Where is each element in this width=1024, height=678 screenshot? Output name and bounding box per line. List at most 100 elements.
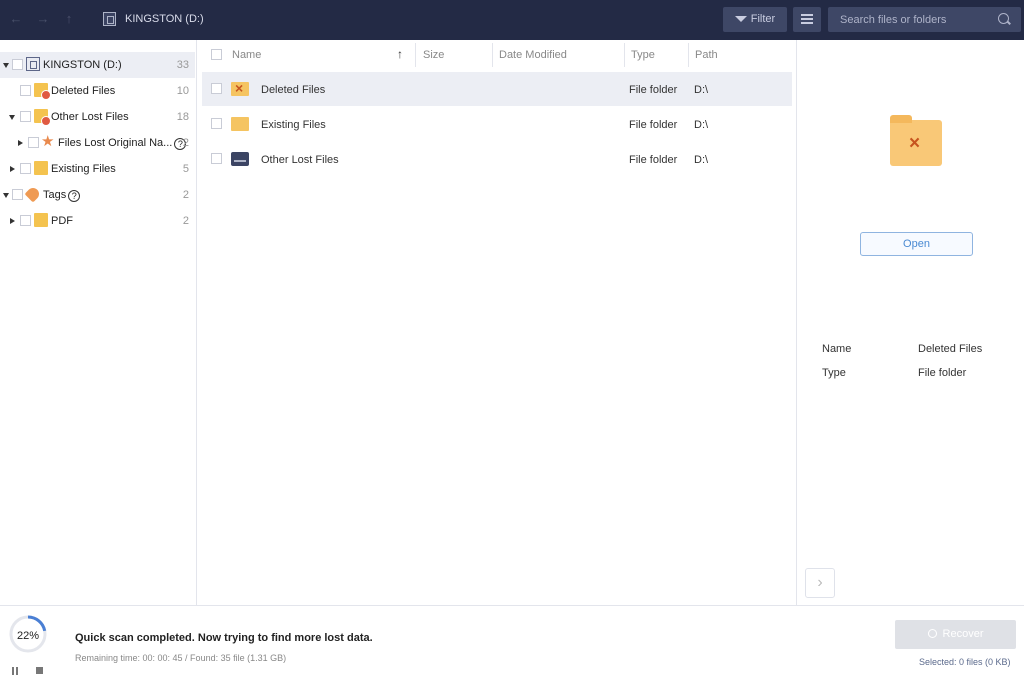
tree-item-pdf[interactable]: PDF 2 [0, 208, 195, 234]
hard-drive-icon [231, 152, 249, 166]
tree-item-label: Files Lost Original Na...? [58, 137, 187, 150]
type-label: Type [822, 367, 846, 379]
row-checkbox[interactable] [211, 118, 222, 129]
column-path[interactable]: Path [695, 49, 718, 61]
column-divider[interactable] [415, 43, 416, 67]
tree-checkbox[interactable] [12, 59, 23, 70]
tree-checkbox[interactable] [28, 137, 39, 148]
row-type: File folder [629, 119, 678, 131]
expand-arrow-icon[interactable] [10, 218, 15, 224]
tree-item-count: 18 [176, 111, 189, 123]
expand-arrow-icon[interactable] [3, 193, 9, 198]
chevron-right-icon[interactable]: › [805, 568, 835, 598]
drive-icon [26, 57, 40, 71]
table-row[interactable]: Other Lost Files File folder D:\ [202, 142, 792, 176]
row-path: D:\ [694, 84, 709, 96]
tree-item-count: 2 [182, 189, 189, 201]
sort-ascending-icon[interactable]: ↑ [397, 47, 403, 61]
folder-icon [34, 213, 48, 227]
selected-info: Selected: 0 files (0 KB) [919, 657, 1011, 667]
select-all-checkbox[interactable] [211, 49, 222, 60]
expand-arrow-icon[interactable] [18, 140, 23, 146]
folder-icon [231, 117, 249, 131]
row-name: Other Lost Files [261, 154, 339, 166]
stop-icon[interactable] [36, 667, 43, 674]
file-list: Name ↑ Size Date Modified Type Path Dele… [198, 40, 797, 605]
search-icon[interactable] [998, 13, 1009, 24]
recover-icon [927, 629, 937, 638]
list-header: Name ↑ Size Date Modified Type Path [198, 40, 797, 70]
location-title: KINGSTON (D:) [125, 13, 204, 25]
expand-arrow-icon[interactable] [10, 166, 15, 172]
tree-item-label: Existing Files [51, 163, 116, 175]
type-value: File folder [918, 367, 967, 379]
row-path: D:\ [694, 119, 709, 131]
lost-folder-icon [34, 109, 51, 126]
column-divider[interactable] [624, 43, 625, 67]
row-checkbox[interactable] [211, 83, 222, 94]
row-type: File folder [629, 84, 678, 96]
tree-item-label: Deleted Files [51, 85, 116, 97]
tree-item-files-lost-original-name[interactable]: ★ Files Lost Original Na...? 2 [0, 130, 195, 156]
tree-item-tags[interactable]: Tags? 2 [0, 182, 195, 208]
row-name: Existing Files [261, 119, 326, 131]
recover-button[interactable]: Recover [895, 620, 1016, 649]
filter-button[interactable]: Filter [723, 7, 787, 32]
tree-item-other-lost-files[interactable]: Other Lost Files 18 [0, 104, 195, 130]
help-icon[interactable]: ? [68, 190, 81, 202]
tree-item-count: 2 [182, 215, 189, 227]
tree-item-count: 33 [176, 59, 189, 71]
name-label: Name [822, 343, 852, 355]
row-type: File folder [629, 154, 678, 166]
column-divider[interactable] [688, 43, 689, 67]
deleted-folder-icon [231, 80, 249, 96]
tree-checkbox[interactable] [20, 111, 31, 122]
tree-checkbox[interactable] [20, 85, 31, 96]
filter-label: Filter [750, 13, 776, 25]
tree-item-deleted-files[interactable]: Deleted Files 10 [0, 78, 195, 104]
progress-percent: 22% [16, 630, 40, 642]
expand-arrow-icon[interactable] [9, 115, 15, 120]
menu-button[interactable] [793, 7, 821, 32]
table-row[interactable]: Existing Files File folder D:\ [202, 107, 792, 141]
deleted-folder-icon [34, 83, 51, 100]
folder-tree: KINGSTON (D:) 33 Deleted Files 10 Other … [0, 40, 197, 605]
forward-arrow-icon[interactable]: → [36, 12, 50, 26]
drive-icon [103, 12, 116, 26]
folder-icon [34, 161, 48, 175]
search-input[interactable] [828, 7, 1021, 32]
tag-icon [24, 185, 42, 203]
tree-item-label: PDF [51, 215, 73, 227]
preview-pane: × Open Name Deleted Files Type File fold… [798, 40, 1024, 605]
expand-arrow-icon[interactable] [3, 63, 9, 68]
tree-item-existing-files[interactable]: Existing Files 5 [0, 156, 195, 182]
tree-item-count: 5 [182, 163, 189, 175]
open-button[interactable]: Open [860, 232, 973, 256]
column-type[interactable]: Type [631, 49, 655, 61]
column-date-modified[interactable]: Date Modified [499, 49, 567, 61]
tree-checkbox[interactable] [12, 189, 23, 200]
scan-substatus-text: Remaining time: 00: 00: 45 / Found: 35 f… [75, 653, 287, 663]
name-value: Deleted Files [918, 343, 983, 355]
row-name: Deleted Files [261, 84, 326, 96]
tree-item-label: KINGSTON (D:) [43, 59, 122, 71]
tree-item-kingston[interactable]: KINGSTON (D:) 33 [0, 52, 195, 78]
row-checkbox[interactable] [211, 153, 222, 164]
tree-item-count: 2 [182, 137, 189, 149]
filter-icon [734, 16, 747, 22]
column-size[interactable]: Size [423, 49, 444, 61]
tree-checkbox[interactable] [20, 215, 31, 226]
tree-checkbox[interactable] [20, 163, 31, 174]
scan-status-text: Quick scan completed. Now trying to find… [75, 632, 373, 644]
deleted-folder-preview-icon: × [890, 115, 942, 166]
star-icon: ★ [41, 133, 55, 150]
column-name[interactable]: Name [232, 49, 261, 61]
pause-icon[interactable] [12, 667, 18, 675]
column-divider[interactable] [492, 43, 493, 67]
table-row[interactable]: Deleted Files File folder D:\ [202, 72, 792, 106]
back-arrow-icon[interactable]: ← [9, 12, 23, 26]
row-path: D:\ [694, 154, 709, 166]
up-arrow-icon[interactable]: ↑ [62, 12, 76, 26]
tree-item-label: Tags? [43, 189, 81, 202]
hamburger-icon [801, 14, 813, 16]
